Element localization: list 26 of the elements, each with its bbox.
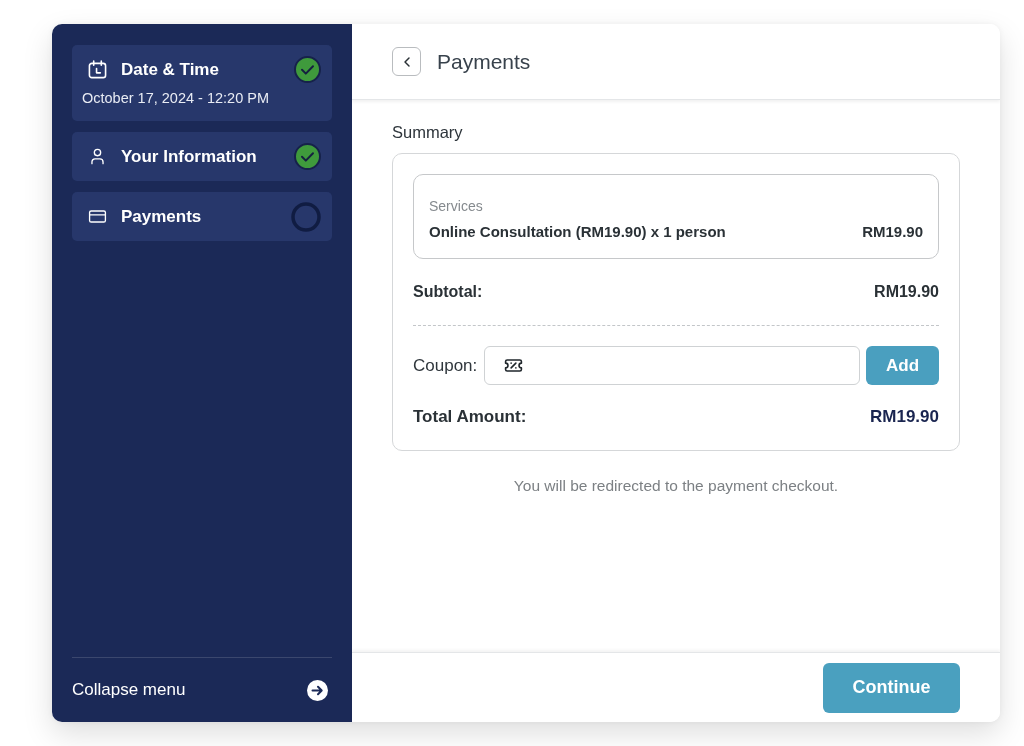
subtotal-value: RM19.90 [874,282,939,302]
card-icon [88,207,107,226]
arrow-right-circle-icon [307,679,328,701]
service-price: RM19.90 [862,222,923,242]
total-label: Total Amount: [413,406,527,428]
total-value: RM19.90 [870,406,939,428]
coupon-label: Coupon: [413,355,478,376]
back-button[interactable] [392,47,421,76]
step-card[interactable]: Your Information [72,132,332,181]
collapse-menu-label[interactable]: Collapse menu [72,680,186,700]
ticket-icon [504,356,524,375]
step-title: Payments [121,206,203,227]
step-card[interactable]: Date & Time October 17, 2024 - 12:20 PM [72,45,332,121]
calendar-icon [88,60,107,79]
step-title: Your Information [121,146,258,167]
person-icon [88,147,107,166]
step-title: Date & Time [121,59,220,80]
page-title: Payments [437,49,531,74]
coupon-input-field[interactable] [484,346,860,385]
section-title: Summary [392,122,464,142]
subtotal-label: Subtotal: [413,282,483,302]
redirect-note: You will be redirected to the payment checkout. [512,477,840,495]
service-name: Online Consultation (RM19.90) x 1 person [429,222,726,242]
services-label: Services [429,198,484,215]
step-card[interactable]: Payments [72,192,332,241]
step-detail: October 17, 2024 - 12:20 PM [82,89,270,107]
